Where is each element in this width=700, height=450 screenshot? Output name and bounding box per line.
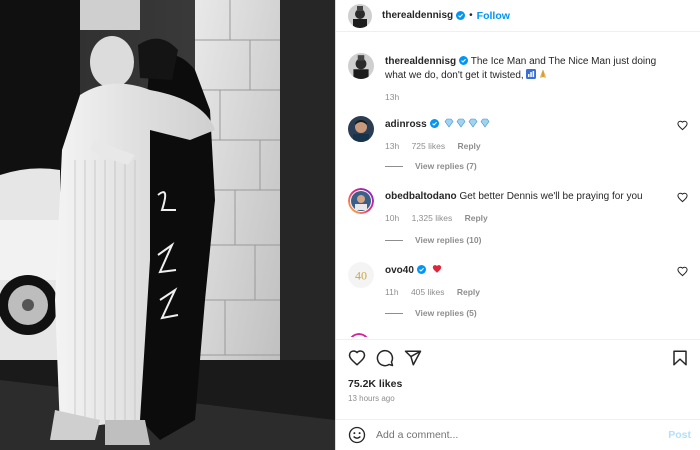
comment-like-heart-icon[interactable] — [677, 192, 688, 203]
gem-emoji — [457, 118, 466, 128]
reply-button[interactable]: Reply — [458, 141, 481, 151]
post-detail-panel: therealdennisg • Follow therealdennisg T… — [335, 0, 700, 450]
commenter-avatar[interactable] — [348, 116, 374, 142]
comment-like-heart-icon[interactable] — [677, 120, 688, 131]
post-action-bar — [336, 339, 700, 375]
likes-count[interactable]: 75.2K likes — [348, 378, 402, 390]
commenter-username[interactable]: obedbaltodano — [385, 191, 457, 202]
verified-badge-icon — [456, 11, 466, 20]
comment-likes[interactable]: 405 likes — [411, 287, 445, 297]
comment-like-heart-icon[interactable] — [677, 266, 688, 277]
commenter-avatar[interactable]: 40 — [348, 262, 374, 288]
add-comment-input[interactable] — [376, 425, 646, 445]
replies-divider-line — [385, 239, 403, 241]
reply-button[interactable]: Reply — [457, 287, 480, 297]
instagram-post-view: therealdennisg • Follow therealdennisg T… — [0, 0, 700, 450]
bookmark-icon[interactable] — [671, 349, 689, 367]
heart-icon[interactable] — [348, 349, 366, 367]
verified-badge-icon — [429, 119, 439, 128]
post-timestamp[interactable]: 13 hours ago — [348, 394, 395, 403]
comment-time: 11h — [385, 287, 399, 297]
caption-avatar[interactable] — [348, 53, 374, 79]
emoji-picker-icon[interactable] — [348, 426, 366, 444]
verified-badge-icon — [416, 265, 426, 274]
gem-emoji — [445, 118, 454, 128]
comments-list[interactable]: therealdennisg The Ice Man and The Nice … — [336, 40, 700, 337]
replies-divider-line — [385, 312, 403, 314]
bar-chart-emoji — [526, 69, 537, 79]
follow-button[interactable]: Follow — [477, 10, 510, 22]
post-comment-button[interactable]: Post — [668, 429, 691, 441]
post-photo-image — [0, 0, 335, 450]
comment-time: 13h — [385, 141, 400, 151]
commenter-avatar[interactable] — [348, 333, 370, 337]
commenter-avatar[interactable] — [348, 188, 374, 214]
view-replies-label: View replies (10) — [415, 235, 482, 245]
comment-likes[interactable]: 1,325 likes — [412, 213, 453, 223]
comment-text: Get better Dennis we'll be praying for y… — [459, 191, 643, 202]
view-replies-button[interactable]: View replies (7) — [385, 161, 477, 171]
view-replies-label: View replies (7) — [415, 161, 477, 171]
view-replies-button[interactable]: View replies (5) — [385, 308, 477, 318]
replies-divider-line — [385, 165, 403, 167]
share-icon[interactable] — [404, 349, 422, 367]
view-replies-button[interactable]: View replies (10) — [385, 235, 481, 245]
commenter-username[interactable]: ovo40 — [385, 265, 414, 276]
author-username[interactable]: therealdennisg — [382, 10, 453, 21]
commenter-username[interactable]: adinross — [385, 119, 427, 130]
comment-likes[interactable]: 725 likes — [412, 141, 446, 151]
add-comment-bar: Post — [336, 419, 700, 450]
reply-button[interactable]: Reply — [465, 213, 488, 223]
gem-emoji — [469, 118, 478, 128]
post-photo[interactable] — [0, 0, 335, 450]
praying-hands-emoji — [540, 70, 547, 78]
view-replies-label: View replies (5) — [415, 308, 477, 318]
caption-time: 13h — [385, 92, 400, 102]
post-header: therealdennisg • Follow — [336, 0, 700, 32]
author-avatar[interactable] — [348, 3, 372, 28]
comment-icon[interactable] — [376, 349, 394, 367]
gem-emoji — [481, 118, 490, 128]
caption-username[interactable]: therealdennisg — [385, 56, 456, 67]
header-separator: • — [469, 10, 473, 21]
svg-text:40: 40 — [355, 269, 367, 283]
red-heart-emoji — [432, 265, 441, 273]
verified-badge-icon — [459, 56, 469, 65]
comment-time: 10h — [385, 213, 400, 223]
comment-emojis — [444, 118, 492, 130]
